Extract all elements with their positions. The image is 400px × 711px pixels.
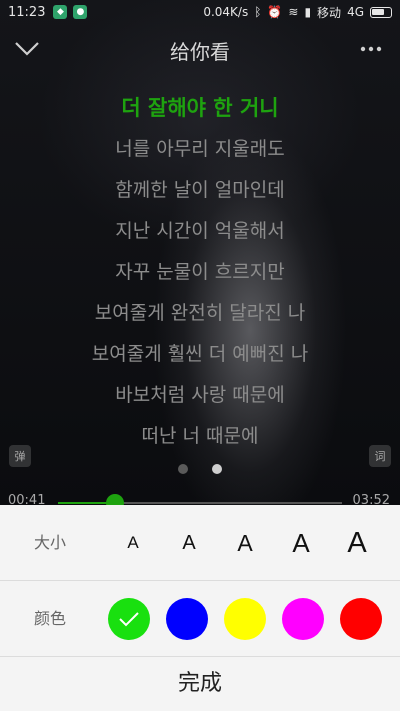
wifi-icon: ≋ <box>288 5 299 19</box>
current-lyric-line: 더 잘해야 한 거니 <box>121 96 279 120</box>
battery-icon <box>370 6 392 18</box>
color-swatch-green[interactable] <box>108 598 150 640</box>
collapse-chevron-icon[interactable] <box>12 34 42 64</box>
lyric-line: 자꾸 눈물이 흐르지만 <box>115 261 285 283</box>
color-swatch-magenta[interactable] <box>282 598 324 640</box>
lyric-settings-sheet: 大小 A A A A A 颜色 完成 <box>0 505 400 711</box>
bluetooth-icon: ᛒ <box>254 5 262 19</box>
lyric-line: 떠난 너 때문에 <box>141 425 259 447</box>
notification-app-icon: ◆ <box>53 5 68 19</box>
lyric-line: 너를 아무리 지울래도 <box>115 138 285 160</box>
network-type: 4G <box>347 5 364 19</box>
size-label: 大小 <box>34 533 67 552</box>
size-option-xlarge[interactable]: A <box>337 505 377 581</box>
network-speed: 0.04K/s <box>203 5 249 19</box>
lyric-line: 보여줄게 훨씬 더 예뻐진 나 <box>91 343 309 365</box>
song-title: 给你看 <box>170 39 230 64</box>
lyric-line: 바보처럼 사랑 때문에 <box>115 384 285 406</box>
lyric-line: 함께한 날이 얼마인데 <box>115 179 285 201</box>
progress-track[interactable] <box>58 494 342 512</box>
alarm-icon: ⏰ <box>267 5 283 19</box>
color-label: 颜色 <box>34 609 67 628</box>
size-option-small[interactable]: A <box>169 505 209 581</box>
color-swatch-yellow[interactable] <box>224 598 266 640</box>
size-option-medium[interactable]: A <box>225 505 265 581</box>
page-dot-active <box>212 464 222 474</box>
color-row: 颜色 <box>0 581 400 657</box>
size-option-large[interactable]: A <box>281 505 321 581</box>
size-option-xsmall[interactable]: A <box>113 505 153 581</box>
status-bar: 11:23 ◆ ● 0.04K/s ᛒ ⏰ ≋ ▮ 移动 4G <box>0 0 400 24</box>
page-dot <box>178 464 188 474</box>
status-right: 0.04K/s ᛒ ⏰ ≋ ▮ 移动 4G <box>203 4 392 21</box>
lyric-line: 보여줄게 완전히 달라진 나 <box>94 302 306 324</box>
carrier-name: 移动 <box>317 5 342 20</box>
check-icon <box>119 612 139 627</box>
signal-icon: ▮ <box>304 5 312 19</box>
status-time: 11:23 <box>8 4 46 20</box>
more-options-icon[interactable] <box>356 34 386 64</box>
lyrics-view[interactable]: 더 잘해야 한 거니 너를 아무리 지울래도 함께한 날이 얼마인데 지난 시간… <box>0 88 400 457</box>
color-swatch-red[interactable] <box>340 598 382 640</box>
size-row: 大小 A A A A A <box>0 505 400 581</box>
page-indicator <box>0 464 400 474</box>
lyric-line: 지난 시간이 억울해서 <box>115 220 285 242</box>
color-swatch-blue[interactable] <box>166 598 208 640</box>
done-button[interactable]: 完成 <box>0 657 400 711</box>
notification-app-icon-2: ● <box>73 5 88 19</box>
top-bar: 给你看 <box>0 28 400 72</box>
